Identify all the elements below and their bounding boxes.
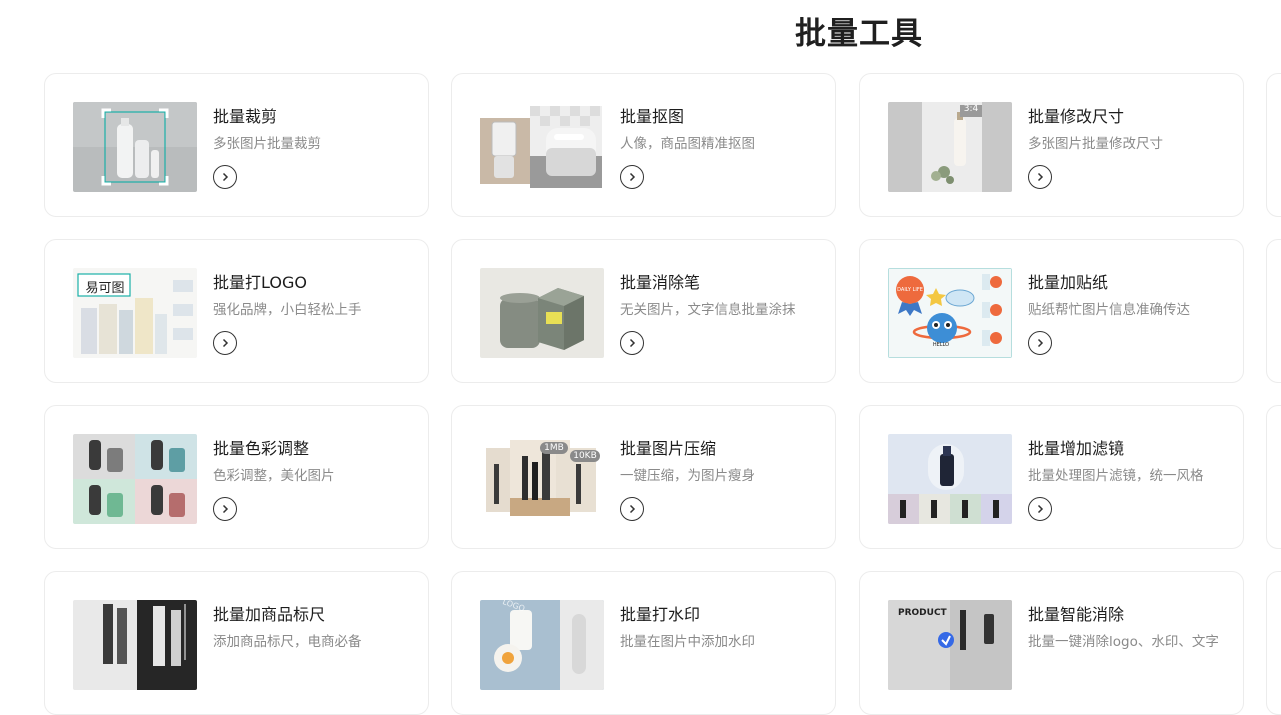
tool-title: 批量抠图 — [620, 107, 685, 126]
chevron-right-icon — [222, 172, 229, 182]
next-card-edge — [1266, 73, 1281, 217]
chevron-right-icon — [1037, 338, 1044, 348]
next-card-edge — [1266, 571, 1281, 715]
open-tool-button[interactable] — [620, 331, 644, 355]
open-tool-button[interactable] — [1028, 497, 1052, 521]
ratio-label: 3:4 — [963, 104, 979, 114]
tool-description: 强化品牌，小白轻松上手 — [213, 302, 362, 318]
tool-title: 批量打LOGO — [213, 273, 307, 292]
tool-description: 添加商品标尺，电商必备 — [213, 634, 362, 650]
open-tool-button[interactable] — [620, 165, 644, 189]
chevron-right-icon — [222, 338, 229, 348]
tool-title: 批量智能消除 — [1028, 605, 1125, 624]
tool-title: 批量打水印 — [620, 605, 701, 624]
tool-card-batch-sticker[interactable]: DAILY LIFE HELLO 批量加贴纸 贴纸帮忙图片信息准确传达 — [859, 239, 1244, 383]
tool-title: 批量加商品标尺 — [213, 605, 326, 624]
tool-description: 人像，商品图精准抠图 — [620, 136, 755, 152]
logo-text: 易可图 — [85, 281, 125, 296]
tool-description: 多张图片批量修改尺寸 — [1028, 136, 1163, 152]
sticker-text: DAILY LIFE — [897, 287, 923, 293]
tool-card-batch-watermark[interactable]: LOGO 批量打水印 批量在图片中添加水印 — [451, 571, 836, 715]
tool-card-batch-crop[interactable]: 批量裁剪 多张图片批量裁剪 — [44, 73, 429, 217]
next-card-edge — [1266, 239, 1281, 383]
tool-description: 无关图片，文字信息批量涂抹 — [620, 302, 796, 318]
tool-card-batch-eraser[interactable]: 批量消除笔 无关图片，文字信息批量涂抹 — [451, 239, 836, 383]
watermark-preview-thumbnail — [480, 600, 604, 690]
tool-title: 批量消除笔 — [620, 273, 701, 292]
open-tool-button[interactable] — [1028, 331, 1052, 355]
size-before-label: 1MB — [544, 443, 564, 453]
tool-description: 批量处理图片滤镜，统一风格 — [1028, 468, 1204, 484]
open-tool-button[interactable] — [213, 165, 237, 189]
page-title: 批量工具 — [795, 16, 923, 52]
tool-description: 色彩调整，美化图片 — [213, 468, 335, 484]
tool-card-batch-color-adjust[interactable]: 批量色彩调整 色彩调整，美化图片 — [44, 405, 429, 549]
crop-preview-thumbnail — [73, 102, 197, 192]
filter-preview-thumbnail — [888, 434, 1012, 524]
tool-description: 批量一键消除logo、水印、文字 — [1028, 634, 1219, 650]
tool-card-batch-filter[interactable]: 批量增加滤镜 批量处理图片滤镜，统一风格 — [859, 405, 1244, 549]
chevron-right-icon — [629, 338, 636, 348]
chevron-right-icon — [1037, 504, 1044, 514]
tool-title: 批量图片压缩 — [620, 439, 717, 458]
chevron-right-icon — [629, 504, 636, 514]
ruler-preview-thumbnail — [73, 600, 197, 690]
tool-title: 批量增加滤镜 — [1028, 439, 1125, 458]
chevron-right-icon — [629, 172, 636, 182]
size-after-label: 10KB — [573, 451, 597, 461]
tool-title: 批量加贴纸 — [1028, 273, 1109, 292]
tool-title: 批量修改尺寸 — [1028, 107, 1125, 126]
tool-card-batch-cutout[interactable]: 批量抠图 人像，商品图精准抠图 — [451, 73, 836, 217]
resize-preview-thumbnail — [888, 102, 1012, 192]
tool-description: 一键压缩，为图片瘦身 — [620, 468, 755, 484]
tool-title: 批量色彩调整 — [213, 439, 310, 458]
sticker-text-hello: HELLO — [932, 342, 950, 348]
color-adjust-preview-thumbnail — [73, 434, 197, 524]
open-tool-button[interactable] — [1028, 165, 1052, 189]
tool-card-batch-compress[interactable]: 1MB 10KB 批量图片压缩 一键压缩，为图片瘦身 — [451, 405, 836, 549]
chevron-right-icon — [222, 504, 229, 514]
chevron-right-icon — [1037, 172, 1044, 182]
tool-description: 贴纸帮忙图片信息准确传达 — [1028, 302, 1190, 318]
tool-card-batch-ruler[interactable]: 批量加商品标尺 添加商品标尺，电商必备 — [44, 571, 429, 715]
tool-card-batch-logo[interactable]: 易可图 批量打LOGO 强化品牌，小白轻松上手 — [44, 239, 429, 383]
next-card-edge — [1266, 405, 1281, 549]
tool-title: 批量裁剪 — [213, 107, 278, 126]
open-tool-button[interactable] — [213, 497, 237, 521]
tool-card-batch-resize[interactable]: 3:4 批量修改尺寸 多张图片批量修改尺寸 — [859, 73, 1244, 217]
product-text: PRODUCT — [898, 608, 947, 618]
cutout-preview-thumbnail — [480, 102, 604, 192]
eraser-preview-thumbnail — [480, 268, 604, 358]
tool-card-batch-smart-erase[interactable]: PRODUCT 批量智能消除 批量一键消除logo、水印、文字 — [859, 571, 1244, 715]
open-tool-button[interactable] — [213, 331, 237, 355]
tool-description: 批量在图片中添加水印 — [620, 634, 755, 650]
tool-description: 多张图片批量裁剪 — [213, 136, 321, 152]
open-tool-button[interactable] — [620, 497, 644, 521]
